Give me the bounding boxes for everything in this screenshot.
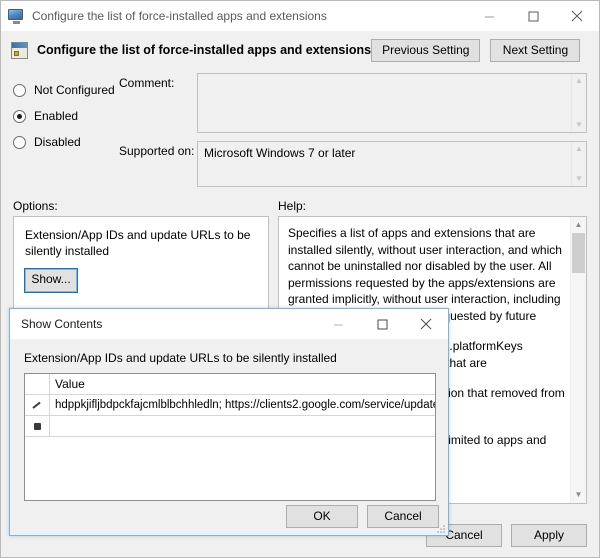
dialog-ok-button[interactable]: OK (286, 505, 358, 528)
help-label: Help: (278, 199, 587, 213)
grid-header-row: Value (25, 374, 435, 395)
radio-enabled[interactable]: Enabled (13, 103, 119, 129)
chevron-down-icon[interactable]: ▼ (575, 118, 583, 132)
radio-label: Enabled (34, 109, 78, 123)
show-button[interactable]: Show... (25, 269, 77, 292)
supported-on-label: Supported on: (119, 141, 197, 158)
row-indicator-header (25, 374, 50, 394)
show-contents-dialog: Show Contents Extension/App IDs and upda… (9, 308, 449, 536)
cell-value[interactable]: hdppkjifljbdpckfajcmlblbchhledln; https:… (50, 395, 435, 415)
dialog-titlebar: Show Contents (10, 309, 448, 339)
radio-not-configured[interactable]: Not Configured (13, 77, 119, 103)
minimize-icon[interactable] (316, 309, 360, 339)
maximize-icon[interactable] (511, 1, 555, 31)
values-grid[interactable]: Value hdppkjifljbdpckfajcmlblbchhledln; … (24, 373, 436, 501)
monitor-icon (8, 8, 24, 24)
cell-value-text: hdppkjifljbdpckfajcmlblbchhledln; https:… (55, 399, 435, 411)
dialog-footer-buttons: OK Cancel (286, 505, 439, 528)
chevron-up-icon[interactable]: ▲ (575, 142, 583, 156)
column-header-value: Value (50, 374, 435, 394)
grid-empty-area (25, 437, 435, 500)
options-label: Options: (13, 199, 278, 213)
comment-textarea[interactable]: ▲ ▼ (197, 73, 587, 133)
minimize-icon[interactable] (467, 1, 511, 31)
options-field-label: Extension/App IDs and update URLs to be … (14, 217, 268, 259)
next-setting-button[interactable]: Next Setting (490, 39, 580, 62)
cell-value[interactable] (50, 416, 435, 436)
supported-on-textarea[interactable]: Microsoft Windows 7 or later ▲ ▼ (197, 141, 587, 187)
radio-label: Disabled (34, 135, 81, 149)
edit-pencil-icon (32, 400, 43, 411)
radio-dot (13, 84, 26, 97)
dialog-title: Show Contents (21, 317, 316, 331)
radio-label: Not Configured (34, 83, 115, 97)
setting-name: Configure the list of force-installed ap… (37, 43, 371, 57)
dialog-caption-buttons (316, 309, 448, 339)
previous-setting-button[interactable]: Previous Setting (371, 39, 480, 62)
comment-scrollbar[interactable]: ▲ ▼ (571, 74, 586, 132)
comment-row: Comment: ▲ ▼ (119, 73, 587, 133)
radio-dot (13, 110, 26, 123)
row-indicator (25, 395, 50, 415)
chevron-up-icon[interactable]: ▲ (575, 74, 583, 88)
scrollbar-thumb[interactable] (572, 233, 585, 273)
window-title: Configure the list of force-installed ap… (32, 9, 467, 23)
row-indicator (25, 416, 50, 436)
fields-column: Comment: ▲ ▼ Supported on: Microsoft Win… (119, 73, 587, 187)
resize-grip[interactable] (436, 523, 446, 533)
maximize-icon[interactable] (360, 309, 404, 339)
chevron-down-icon[interactable]: ▼ (575, 172, 583, 186)
setting-nav-buttons: Previous Setting Next Setting (371, 39, 580, 62)
close-icon[interactable] (404, 309, 448, 339)
new-row-asterisk-icon (34, 423, 41, 430)
chevron-up-icon[interactable]: ▲ (571, 217, 586, 233)
table-row-new[interactable] (25, 416, 435, 437)
caption-buttons (467, 1, 599, 31)
dialog-subtitle: Extension/App IDs and update URLs to be … (10, 339, 448, 373)
supported-on-scrollbar[interactable]: ▲ ▼ (571, 142, 586, 186)
help-scrollbar[interactable]: ▲ ▼ (570, 217, 586, 503)
chevron-down-icon[interactable]: ▼ (571, 487, 586, 503)
screen: Configure the list of force-installed ap… (0, 0, 600, 558)
main-titlebar: Configure the list of force-installed ap… (1, 1, 599, 31)
radio-disabled[interactable]: Disabled (13, 129, 119, 155)
pane-labels: Options: Help: (1, 187, 599, 216)
dialog-cancel-button[interactable]: Cancel (367, 505, 439, 528)
state-and-comment-row: Not Configured Enabled Disabled Comment: (1, 69, 599, 187)
supported-on-row: Supported on: Microsoft Windows 7 or lat… (119, 141, 587, 187)
close-icon[interactable] (555, 1, 599, 31)
comment-value (198, 74, 586, 82)
setting-header: Configure the list of force-installed ap… (1, 31, 599, 69)
main-apply-button[interactable]: Apply (511, 524, 587, 547)
radio-dot (13, 136, 26, 149)
table-row[interactable]: hdppkjifljbdpckfajcmlblbchhledln; https:… (25, 395, 435, 416)
policy-setting-icon (11, 42, 28, 59)
state-radio-group: Not Configured Enabled Disabled (13, 73, 119, 187)
comment-label: Comment: (119, 73, 197, 90)
supported-on-value: Microsoft Windows 7 or later (198, 142, 586, 164)
